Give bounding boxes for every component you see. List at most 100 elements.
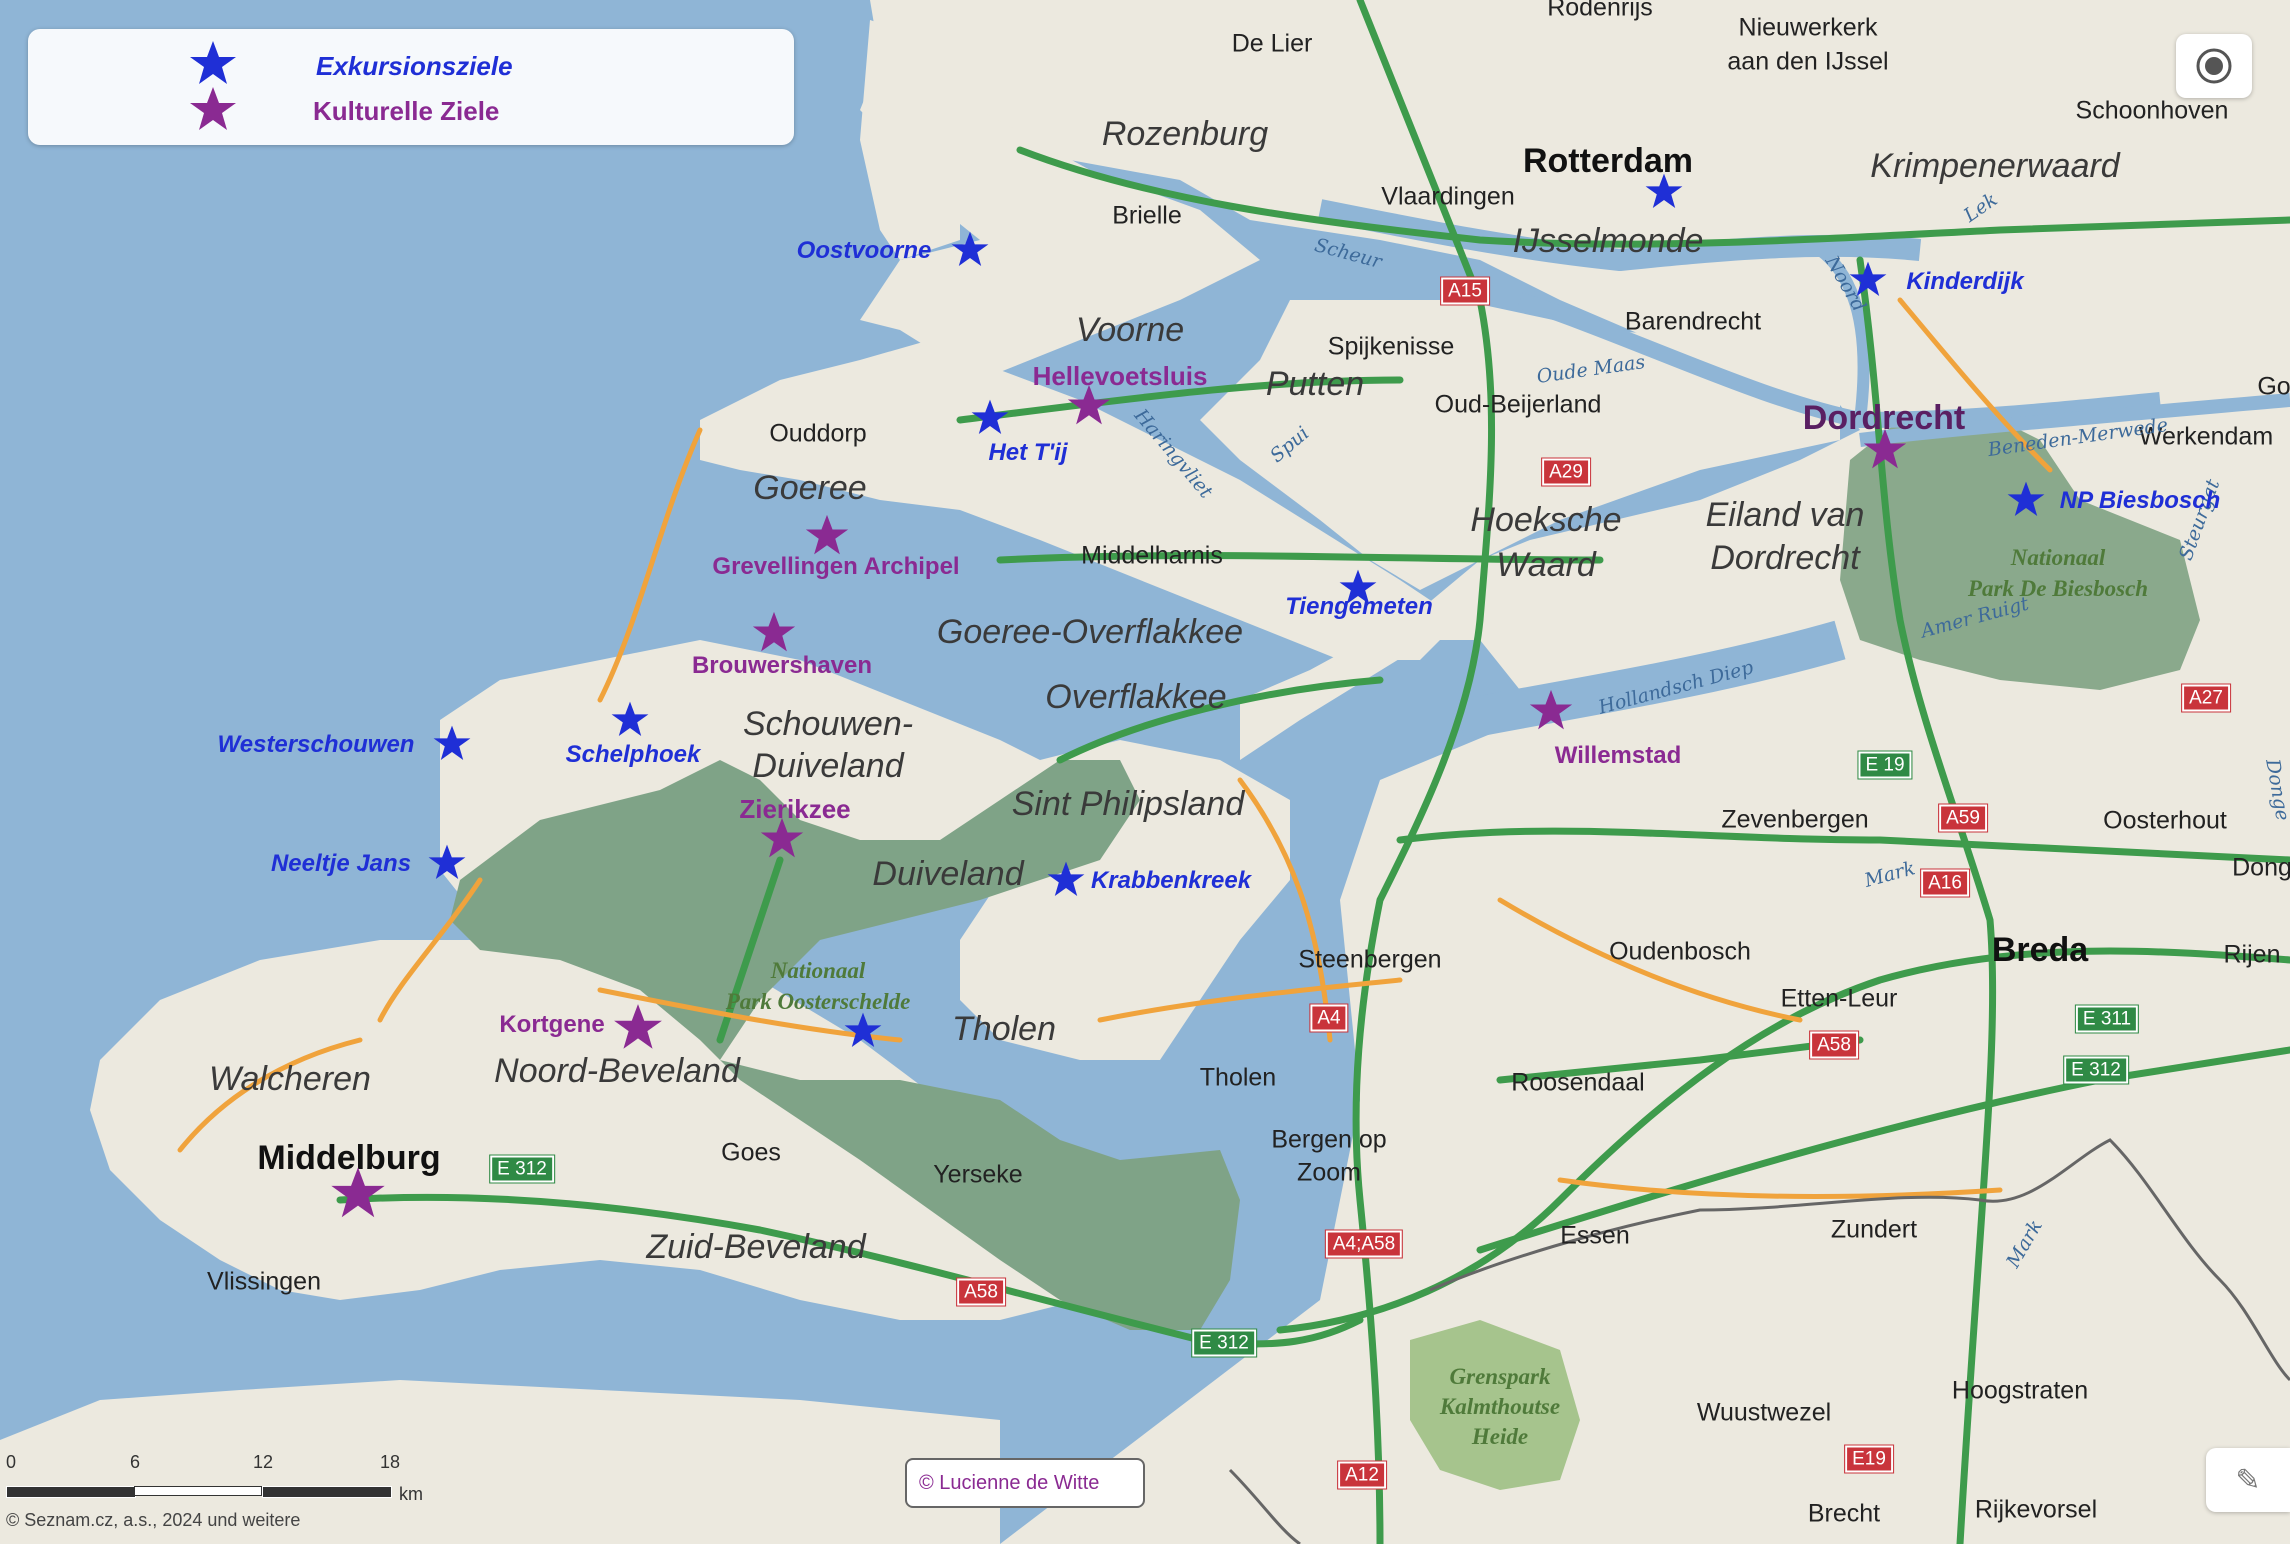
region-label: Putten	[1265, 365, 1365, 403]
region-label: Duiveland	[752, 747, 904, 785]
excursion-label[interactable]: Tiengemeten	[1285, 595, 1433, 619]
cultural-label[interactable]: Brouwershaven	[692, 654, 872, 678]
map-attribution[interactable]: © Seznam.cz, a.s., 2024 und weitere	[6, 1510, 300, 1531]
place-label: Essen	[1560, 1221, 1630, 1250]
road-shield: E19	[1844, 1444, 1894, 1474]
road-shield: E 19	[1857, 750, 1913, 780]
road-shield: E 312	[2063, 1055, 2129, 1085]
place-label: Barendrecht	[1624, 307, 1762, 336]
place-label: Hoogstraten	[1951, 1376, 2089, 1405]
road-shield: E 311	[2074, 1004, 2140, 1034]
place-label: Ouddorp	[769, 419, 867, 448]
place-label: Wuustwezel	[1696, 1398, 1832, 1427]
region-label: Overflakkee	[1045, 678, 1227, 716]
star-icon[interactable]	[843, 1011, 883, 1051]
region-label: Krimpenerwaard	[1870, 147, 2120, 185]
star-icon[interactable]	[1848, 260, 1888, 300]
star-icon	[190, 41, 236, 84]
park-label: Kalmthoutse	[1439, 1393, 1561, 1419]
region-label: Goeree-Overflakkee	[936, 613, 1244, 651]
place-label: Roosendaal	[1511, 1068, 1645, 1097]
star-icon[interactable]	[1046, 860, 1086, 900]
legend-label-excursion: Exkursionsziele	[316, 51, 513, 81]
place-label: Middelharnis	[1081, 541, 1223, 570]
star-icon[interactable]	[1644, 172, 1684, 212]
star-icon[interactable]	[1862, 427, 1908, 473]
place-label: De Lier	[1231, 29, 1313, 58]
place-label: Brielle	[1112, 201, 1182, 230]
cultural-label[interactable]: Zierikzee	[739, 796, 850, 822]
place-label: Goes	[721, 1138, 781, 1167]
road-shield: A27	[2181, 683, 2231, 713]
copyright-box: © Lucienne de Witte	[905, 1458, 1145, 1508]
place-label: Rodenrijs	[1547, 0, 1653, 22]
excursion-label[interactable]: Westerschouwen	[218, 733, 415, 757]
place-label: Yerseke	[933, 1160, 1023, 1189]
ruler-icon: ✎	[2235, 1463, 2261, 1497]
region-label: IJsselmonde	[1512, 222, 1704, 260]
road-shield: E 312	[489, 1154, 555, 1184]
locate-button[interactable]	[2176, 34, 2252, 98]
place-label: Zevenbergen	[1721, 805, 1869, 834]
star-icon[interactable]	[329, 1165, 387, 1223]
road-shield: A4	[1309, 1003, 1349, 1033]
region-label: Tholen	[952, 1010, 1056, 1048]
legend: Exkursionsziele Kulturelle Ziele	[28, 29, 794, 145]
place-label: Vlaardingen	[1381, 182, 1515, 211]
park-label: Nationaal	[2010, 544, 2106, 570]
place-label: Oudenbosch	[1609, 937, 1751, 966]
star-icon[interactable]	[2006, 480, 2046, 520]
place-label: aan den IJssel	[1727, 47, 1889, 76]
scale-tick: 18	[380, 1452, 401, 1472]
region-label: Sint Philipsland	[1011, 785, 1245, 823]
locate-icon	[2196, 48, 2232, 84]
road-shield: A16	[1920, 868, 1970, 898]
region-label: Waard	[1496, 546, 1596, 584]
star-icon	[190, 87, 236, 130]
cultural-label[interactable]: Hellevoetsluis	[1033, 363, 1208, 389]
region-label: Walcheren	[209, 1060, 371, 1098]
scale-tick: 0	[6, 1452, 17, 1472]
place-label: Tholen	[1199, 1063, 1277, 1092]
tools-button[interactable]: ✎	[2206, 1448, 2290, 1512]
region-label: Dordrecht	[1710, 539, 1860, 577]
park-label: Grenspark	[1449, 1363, 1551, 1389]
scale-tick: 6	[130, 1452, 141, 1472]
map-canvas[interactable]	[0, 0, 2290, 1544]
star-icon[interactable]	[610, 700, 650, 740]
excursion-label[interactable]: Krabbenkreek	[1091, 869, 1251, 893]
excursion-label[interactable]: Neeltje Jans	[271, 852, 411, 876]
excursion-label[interactable]: Schelphoek	[566, 743, 701, 767]
excursion-label[interactable]: Oostvoorne	[797, 239, 932, 263]
excursion-label[interactable]: NP Biesbosch	[2060, 489, 2221, 513]
place-label: Steenbergen	[1298, 945, 1442, 974]
park-label: Park De Biesbosch	[1967, 575, 2149, 601]
place-label: Etten-Leur	[1780, 984, 1898, 1013]
legend-label-cultural: Kulturelle Ziele	[313, 96, 500, 126]
excursion-label[interactable]: Kinderdijk	[1906, 270, 2023, 294]
road-shield: A15	[1440, 276, 1490, 306]
cultural-label[interactable]: Grevellingen Archipel	[712, 555, 959, 579]
star-icon[interactable]	[751, 610, 797, 656]
place-label: Zoom	[1297, 1158, 1361, 1187]
road-shield: A58	[956, 1277, 1006, 1307]
star-icon[interactable]	[1528, 688, 1574, 734]
star-icon[interactable]	[427, 843, 467, 883]
star-icon[interactable]	[612, 1002, 664, 1054]
place-label: Spijkenisse	[1327, 332, 1455, 361]
region-label: Noord-Beveland	[494, 1052, 740, 1090]
cultural-label[interactable]: Willemstad	[1555, 744, 1681, 768]
scale-unit: km	[399, 1484, 423, 1504]
park-label: Nationaal	[770, 957, 866, 983]
place-label: Oud-Beijerland	[1434, 390, 1602, 419]
place-label: Vlissingen	[207, 1267, 321, 1296]
legend-item-excursion	[188, 39, 238, 89]
road-shield: A12	[1337, 1460, 1387, 1490]
star-icon[interactable]	[950, 230, 990, 270]
excursion-label[interactable]: Het T'ij	[988, 441, 1067, 465]
region-label: Hoeksche	[1470, 501, 1622, 539]
region-label: Rozenburg	[1101, 115, 1269, 153]
star-icon[interactable]	[432, 724, 472, 764]
cultural-label[interactable]: Kortgene	[499, 1013, 604, 1037]
star-icon[interactable]	[970, 398, 1010, 438]
